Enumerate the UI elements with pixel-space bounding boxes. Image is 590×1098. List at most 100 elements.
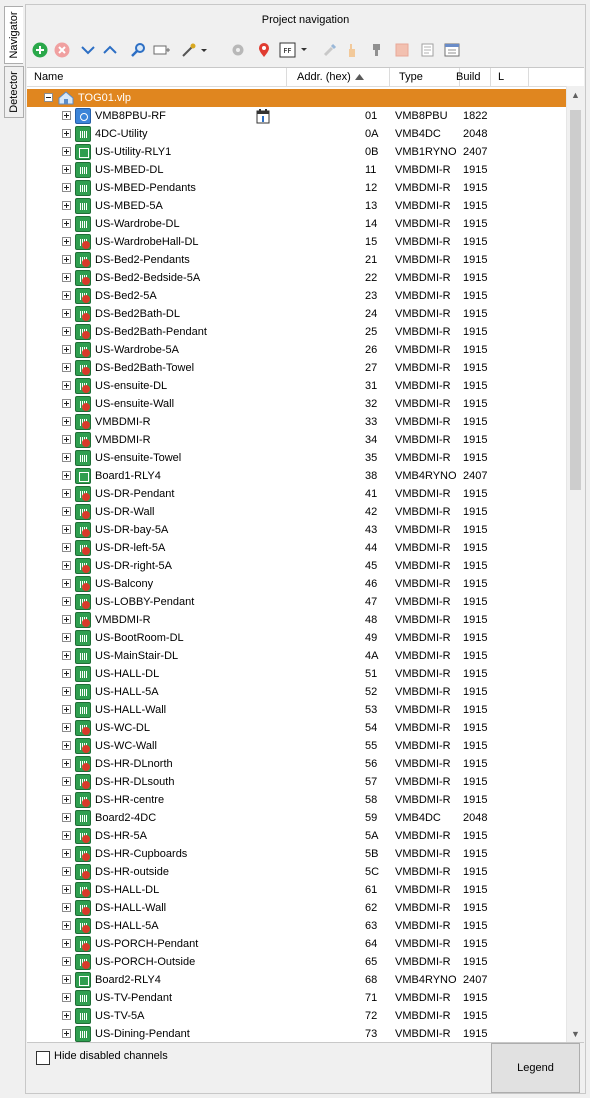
device-row[interactable]: DS-HR-DLnorth 56 VMBDMI-R 1915 xyxy=(27,755,567,773)
expand-icon[interactable] xyxy=(62,237,71,246)
device-row[interactable]: DS-Bed2-Bedside-5A 22 VMBDMI-R 1915 xyxy=(27,269,567,287)
project-root-row[interactable]: TOG01.vlp xyxy=(27,89,567,107)
expand-icon[interactable] xyxy=(62,327,71,336)
scan-icon[interactable] xyxy=(152,39,172,61)
scroll-thumb[interactable] xyxy=(570,110,581,490)
device-row[interactable]: US-PORCH-Outside 65 VMBDMI-R 1915 xyxy=(27,953,567,971)
scroll-up-icon[interactable]: ▲ xyxy=(567,86,584,103)
device-row[interactable]: 4DC-Utility 0A VMB4DC 2048 xyxy=(27,125,567,143)
device-row[interactable]: US-MBED-Pendants 12 VMBDMI-R 1915 xyxy=(27,179,567,197)
device-row[interactable]: US-PORCH-Pendant 64 VMBDMI-R 1915 xyxy=(27,935,567,953)
expand-icon[interactable] xyxy=(62,795,71,804)
hide-disabled-checkbox[interactable] xyxy=(36,1051,50,1065)
device-row[interactable]: US-Wardrobe-DL 14 VMBDMI-R 1915 xyxy=(27,215,567,233)
expand-icon[interactable] xyxy=(62,345,71,354)
device-row[interactable]: Board2-4DC 59 VMB4DC 2048 xyxy=(27,809,567,827)
device-row[interactable]: DS-HR-outside 5C VMBDMI-R 1915 xyxy=(27,863,567,881)
device-row[interactable]: DS-HALL-5A 63 VMBDMI-R 1915 xyxy=(27,917,567,935)
expand-icon[interactable] xyxy=(62,435,71,444)
column-header-name[interactable]: Name xyxy=(27,68,287,86)
expand-icon[interactable] xyxy=(62,1011,71,1020)
device-row[interactable]: US-Dining-Pendant 73 VMBDMI-R 1915 xyxy=(27,1025,567,1042)
gear-icon[interactable] xyxy=(228,39,248,61)
device-row[interactable]: US-Wardrobe-5A 26 VMBDMI-R 1915 xyxy=(27,341,567,359)
wand-icon[interactable] xyxy=(180,39,210,61)
device-row[interactable]: Board2-RLY4 68 VMB4RYNO 2407 xyxy=(27,971,567,989)
expand-icon[interactable] xyxy=(62,615,71,624)
device-row[interactable]: US-DR-bay-5A 43 VMBDMI-R 1915 xyxy=(27,521,567,539)
device-row[interactable]: US-HALL-Wall 53 VMBDMI-R 1915 xyxy=(27,701,567,719)
device-row[interactable]: US-MBED-5A 13 VMBDMI-R 1915 xyxy=(27,197,567,215)
device-row[interactable]: US-WC-DL 54 VMBDMI-R 1915 xyxy=(27,719,567,737)
device-row[interactable]: DS-Bed2-5A 23 VMBDMI-R 1915 xyxy=(27,287,567,305)
expand-icon[interactable] xyxy=(62,381,71,390)
device-row[interactable]: US-TV-5A 72 VMBDMI-R 1915 xyxy=(27,1007,567,1025)
expand-icon[interactable] xyxy=(62,453,71,462)
device-row[interactable]: Board1-RLY4 38 VMB4RYNO 2407 xyxy=(27,467,567,485)
expand-icon[interactable] xyxy=(62,651,71,660)
device-row[interactable]: US-LOBBY-Pendant 47 VMBDMI-R 1915 xyxy=(27,593,567,611)
device-row[interactable]: US-Balcony 46 VMBDMI-R 1915 xyxy=(27,575,567,593)
expand-icon[interactable] xyxy=(62,111,71,120)
device-row[interactable]: US-ensuite-Wall 32 VMBDMI-R 1915 xyxy=(27,395,567,413)
move-down-icon[interactable] xyxy=(78,39,98,61)
device-row[interactable]: DS-Bed2Bath-DL 24 VMBDMI-R 1915 xyxy=(27,305,567,323)
expand-icon[interactable] xyxy=(62,849,71,858)
expand-icon[interactable] xyxy=(62,705,71,714)
brush-icon[interactable] xyxy=(320,39,340,61)
device-row[interactable]: US-DR-left-5A 44 VMBDMI-R 1915 xyxy=(27,539,567,557)
device-row[interactable]: DS-HALL-DL 61 VMBDMI-R 1915 xyxy=(27,881,567,899)
column-header-l[interactable]: L xyxy=(490,68,529,86)
expand-icon[interactable] xyxy=(62,831,71,840)
expand-icon[interactable] xyxy=(62,417,71,426)
device-row[interactable]: US-DR-Wall 42 VMBDMI-R 1915 xyxy=(27,503,567,521)
expand-icon[interactable] xyxy=(62,129,71,138)
expand-icon[interactable] xyxy=(62,363,71,372)
add-icon[interactable] xyxy=(30,39,50,61)
expand-icon[interactable] xyxy=(62,957,71,966)
expand-icon[interactable] xyxy=(62,939,71,948)
expand-icon[interactable] xyxy=(62,471,71,480)
firmware-icon[interactable]: FF xyxy=(278,39,312,61)
expand-icon[interactable] xyxy=(62,561,71,570)
expand-icon[interactable] xyxy=(62,201,71,210)
expand-icon[interactable] xyxy=(62,273,71,282)
device-row[interactable]: US-TV-Pendant 71 VMBDMI-R 1915 xyxy=(27,989,567,1007)
expand-icon[interactable] xyxy=(62,543,71,552)
expand-icon[interactable] xyxy=(62,885,71,894)
expand-icon[interactable] xyxy=(62,579,71,588)
expand-icon[interactable] xyxy=(62,147,71,156)
device-row[interactable]: US-ensuite-DL 31 VMBDMI-R 1915 xyxy=(27,377,567,395)
expand-icon[interactable] xyxy=(62,399,71,408)
device-row[interactable]: US-DR-right-5A 45 VMBDMI-R 1915 xyxy=(27,557,567,575)
expand-icon[interactable] xyxy=(62,309,71,318)
expand-icon[interactable] xyxy=(62,525,71,534)
device-row[interactable]: US-Utility-RLY1 0B VMB1RYNO 2407 xyxy=(27,143,567,161)
device-row[interactable]: DS-HALL-Wall 62 VMBDMI-R 1915 xyxy=(27,899,567,917)
device-row[interactable]: DS-HR-centre 58 VMBDMI-R 1915 xyxy=(27,791,567,809)
expand-icon[interactable] xyxy=(62,507,71,516)
stamp-icon[interactable] xyxy=(366,39,386,61)
tab-navigator[interactable]: Navigator xyxy=(4,6,23,64)
expand-icon[interactable] xyxy=(62,759,71,768)
expand-icon[interactable] xyxy=(62,255,71,264)
device-row[interactable]: DS-HR-5A 5A VMBDMI-R 1915 xyxy=(27,827,567,845)
device-row[interactable]: US-MainStair-DL 4A VMBDMI-R 1915 xyxy=(27,647,567,665)
device-row[interactable]: US-HALL-DL 51 VMBDMI-R 1915 xyxy=(27,665,567,683)
delete-icon[interactable] xyxy=(52,39,72,61)
device-row[interactable]: US-HALL-5A 52 VMBDMI-R 1915 xyxy=(27,683,567,701)
device-row[interactable]: DS-Bed2Bath-Towel 27 VMBDMI-R 1915 xyxy=(27,359,567,377)
legend-button[interactable]: Legend xyxy=(491,1043,580,1093)
device-row[interactable]: DS-HR-DLsouth 57 VMBDMI-R 1915 xyxy=(27,773,567,791)
column-header-addr[interactable]: Addr. (hex) xyxy=(287,68,390,86)
expand-icon[interactable] xyxy=(62,867,71,876)
expand-icon[interactable] xyxy=(62,687,71,696)
expand-icon[interactable] xyxy=(62,813,71,822)
expand-icon[interactable] xyxy=(62,291,71,300)
edit-form-icon[interactable] xyxy=(418,39,438,61)
location-pin-icon[interactable] xyxy=(254,39,274,61)
device-row[interactable]: US-ensuite-Towel 35 VMBDMI-R 1915 xyxy=(27,449,567,467)
device-row[interactable]: US-WC-Wall 55 VMBDMI-R 1915 xyxy=(27,737,567,755)
expand-icon[interactable] xyxy=(62,993,71,1002)
device-row[interactable]: VMBDMI-R 34 VMBDMI-R 1915 xyxy=(27,431,567,449)
